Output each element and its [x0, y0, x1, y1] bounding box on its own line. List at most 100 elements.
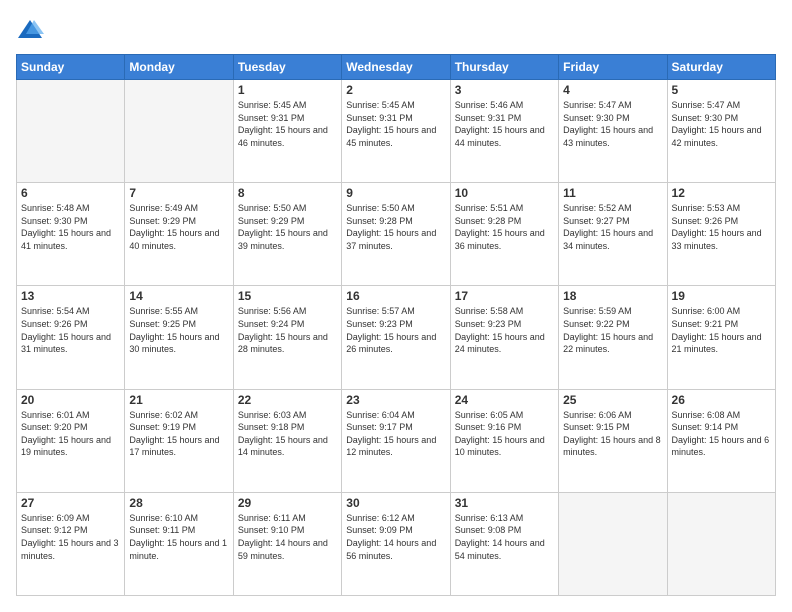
day-info: Sunrise: 5:52 AMSunset: 9:27 PMDaylight:…	[563, 202, 662, 252]
calendar-week-2: 6Sunrise: 5:48 AMSunset: 9:30 PMDaylight…	[17, 183, 776, 286]
day-info: Sunrise: 5:56 AMSunset: 9:24 PMDaylight:…	[238, 305, 337, 355]
calendar-header-monday: Monday	[125, 55, 233, 80]
calendar-header-saturday: Saturday	[667, 55, 775, 80]
calendar-cell	[17, 80, 125, 183]
day-number: 25	[563, 393, 662, 407]
day-info: Sunrise: 5:58 AMSunset: 9:23 PMDaylight:…	[455, 305, 554, 355]
day-info: Sunrise: 6:10 AMSunset: 9:11 PMDaylight:…	[129, 512, 228, 562]
day-number: 4	[563, 83, 662, 97]
day-info: Sunrise: 5:51 AMSunset: 9:28 PMDaylight:…	[455, 202, 554, 252]
day-number: 7	[129, 186, 228, 200]
calendar-cell: 4 Sunrise: 5:47 AMSunset: 9:30 PMDaylight…	[559, 80, 667, 183]
day-number: 16	[346, 289, 445, 303]
calendar-week-3: 13Sunrise: 5:54 AMSunset: 9:26 PMDayligh…	[17, 286, 776, 389]
day-number: 17	[455, 289, 554, 303]
day-number: 1	[238, 83, 337, 97]
day-info: Sunrise: 6:03 AMSunset: 9:18 PMDaylight:…	[238, 409, 337, 459]
day-number: 5	[672, 83, 771, 97]
calendar-cell: 5 Sunrise: 5:47 AMSunset: 9:30 PMDaylight…	[667, 80, 775, 183]
calendar-table: SundayMondayTuesdayWednesdayThursdayFrid…	[16, 54, 776, 596]
day-number: 3	[455, 83, 554, 97]
day-number: 22	[238, 393, 337, 407]
day-info: Sunrise: 5:50 AMSunset: 9:29 PMDaylight:…	[238, 202, 337, 252]
calendar-cell: 3 Sunrise: 5:46 AMSunset: 9:31 PMDaylight…	[450, 80, 558, 183]
calendar-cell: 7 Sunrise: 5:49 AMSunset: 9:29 PMDaylight…	[125, 183, 233, 286]
day-number: 23	[346, 393, 445, 407]
calendar-cell: 26 Sunrise: 6:08 AMSunset: 9:14 PMDayligh…	[667, 389, 775, 492]
calendar-header-sunday: Sunday	[17, 55, 125, 80]
calendar-cell	[559, 492, 667, 595]
day-info: Sunrise: 6:06 AMSunset: 9:15 PMDaylight:…	[563, 409, 662, 459]
day-info: Sunrise: 6:08 AMSunset: 9:14 PMDaylight:…	[672, 409, 771, 459]
calendar-header-tuesday: Tuesday	[233, 55, 341, 80]
calendar-cell: 22 Sunrise: 6:03 AMSunset: 9:18 PMDayligh…	[233, 389, 341, 492]
day-info: Sunrise: 5:55 AMSunset: 9:25 PMDaylight:…	[129, 305, 228, 355]
calendar-cell: 27Sunrise: 6:09 AMSunset: 9:12 PMDayligh…	[17, 492, 125, 595]
calendar-cell: 29Sunrise: 6:11 AMSunset: 9:10 PMDayligh…	[233, 492, 341, 595]
logo-icon	[16, 16, 44, 44]
calendar-cell: 10Sunrise: 5:51 AMSunset: 9:28 PMDayligh…	[450, 183, 558, 286]
page: SundayMondayTuesdayWednesdayThursdayFrid…	[0, 0, 792, 612]
calendar-cell: 31Sunrise: 6:13 AMSunset: 9:08 PMDayligh…	[450, 492, 558, 595]
calendar-week-1: 1 Sunrise: 5:45 AMSunset: 9:31 PMDaylight…	[17, 80, 776, 183]
calendar-cell: 19 Sunrise: 6:00 AMSunset: 9:21 PMDayligh…	[667, 286, 775, 389]
calendar-header-row: SundayMondayTuesdayWednesdayThursdayFrid…	[17, 55, 776, 80]
header	[16, 16, 776, 44]
day-number: 30	[346, 496, 445, 510]
calendar-cell: 15 Sunrise: 5:56 AMSunset: 9:24 PMDayligh…	[233, 286, 341, 389]
calendar-cell: 6Sunrise: 5:48 AMSunset: 9:30 PMDaylight…	[17, 183, 125, 286]
day-number: 11	[563, 186, 662, 200]
day-number: 26	[672, 393, 771, 407]
day-number: 18	[563, 289, 662, 303]
day-info: Sunrise: 5:54 AMSunset: 9:26 PMDaylight:…	[21, 305, 120, 355]
calendar-header-wednesday: Wednesday	[342, 55, 450, 80]
calendar-cell: 12Sunrise: 5:53 AMSunset: 9:26 PMDayligh…	[667, 183, 775, 286]
calendar-cell: 23 Sunrise: 6:04 AMSunset: 9:17 PMDayligh…	[342, 389, 450, 492]
calendar-header-friday: Friday	[559, 55, 667, 80]
day-info: Sunrise: 6:01 AMSunset: 9:20 PMDaylight:…	[21, 409, 120, 459]
day-info: Sunrise: 6:04 AMSunset: 9:17 PMDaylight:…	[346, 409, 445, 459]
day-number: 21	[129, 393, 228, 407]
calendar-cell	[125, 80, 233, 183]
calendar-cell: 24 Sunrise: 6:05 AMSunset: 9:16 PMDayligh…	[450, 389, 558, 492]
calendar-cell: 8Sunrise: 5:50 AMSunset: 9:29 PMDaylight…	[233, 183, 341, 286]
calendar-cell: 30 Sunrise: 6:12 AMSunset: 9:09 PMDayligh…	[342, 492, 450, 595]
calendar-week-4: 20Sunrise: 6:01 AMSunset: 9:20 PMDayligh…	[17, 389, 776, 492]
day-number: 15	[238, 289, 337, 303]
calendar-cell: 13Sunrise: 5:54 AMSunset: 9:26 PMDayligh…	[17, 286, 125, 389]
day-info: Sunrise: 6:00 AMSunset: 9:21 PMDaylight:…	[672, 305, 771, 355]
calendar-cell: 28 Sunrise: 6:10 AMSunset: 9:11 PMDayligh…	[125, 492, 233, 595]
calendar-cell: 21Sunrise: 6:02 AMSunset: 9:19 PMDayligh…	[125, 389, 233, 492]
day-info: Sunrise: 5:53 AMSunset: 9:26 PMDaylight:…	[672, 202, 771, 252]
calendar-cell: 25 Sunrise: 6:06 AMSunset: 9:15 PMDayligh…	[559, 389, 667, 492]
day-number: 29	[238, 496, 337, 510]
day-number: 14	[129, 289, 228, 303]
day-info: Sunrise: 5:45 AMSunset: 9:31 PMDaylight:…	[238, 99, 337, 149]
day-info: Sunrise: 6:05 AMSunset: 9:16 PMDaylight:…	[455, 409, 554, 459]
day-number: 2	[346, 83, 445, 97]
calendar-cell: 2 Sunrise: 5:45 AMSunset: 9:31 PMDaylight…	[342, 80, 450, 183]
day-number: 28	[129, 496, 228, 510]
day-info: Sunrise: 6:13 AMSunset: 9:08 PMDaylight:…	[455, 512, 554, 562]
day-info: Sunrise: 6:09 AMSunset: 9:12 PMDaylight:…	[21, 512, 120, 562]
day-info: Sunrise: 5:50 AMSunset: 9:28 PMDaylight:…	[346, 202, 445, 252]
calendar-cell: 16 Sunrise: 5:57 AMSunset: 9:23 PMDayligh…	[342, 286, 450, 389]
day-number: 19	[672, 289, 771, 303]
calendar-cell: 17 Sunrise: 5:58 AMSunset: 9:23 PMDayligh…	[450, 286, 558, 389]
day-info: Sunrise: 5:59 AMSunset: 9:22 PMDaylight:…	[563, 305, 662, 355]
day-number: 6	[21, 186, 120, 200]
calendar-cell: 1 Sunrise: 5:45 AMSunset: 9:31 PMDaylight…	[233, 80, 341, 183]
calendar-cell: 11 Sunrise: 5:52 AMSunset: 9:27 PMDayligh…	[559, 183, 667, 286]
day-info: Sunrise: 5:47 AMSunset: 9:30 PMDaylight:…	[672, 99, 771, 149]
calendar-cell	[667, 492, 775, 595]
calendar-week-5: 27Sunrise: 6:09 AMSunset: 9:12 PMDayligh…	[17, 492, 776, 595]
day-info: Sunrise: 5:47 AMSunset: 9:30 PMDaylight:…	[563, 99, 662, 149]
calendar-cell: 20Sunrise: 6:01 AMSunset: 9:20 PMDayligh…	[17, 389, 125, 492]
day-info: Sunrise: 5:46 AMSunset: 9:31 PMDaylight:…	[455, 99, 554, 149]
calendar-cell: 18 Sunrise: 5:59 AMSunset: 9:22 PMDayligh…	[559, 286, 667, 389]
day-info: Sunrise: 5:57 AMSunset: 9:23 PMDaylight:…	[346, 305, 445, 355]
day-number: 24	[455, 393, 554, 407]
day-info: Sunrise: 5:45 AMSunset: 9:31 PMDaylight:…	[346, 99, 445, 149]
day-info: Sunrise: 5:49 AMSunset: 9:29 PMDaylight:…	[129, 202, 228, 252]
day-info: Sunrise: 6:12 AMSunset: 9:09 PMDaylight:…	[346, 512, 445, 562]
